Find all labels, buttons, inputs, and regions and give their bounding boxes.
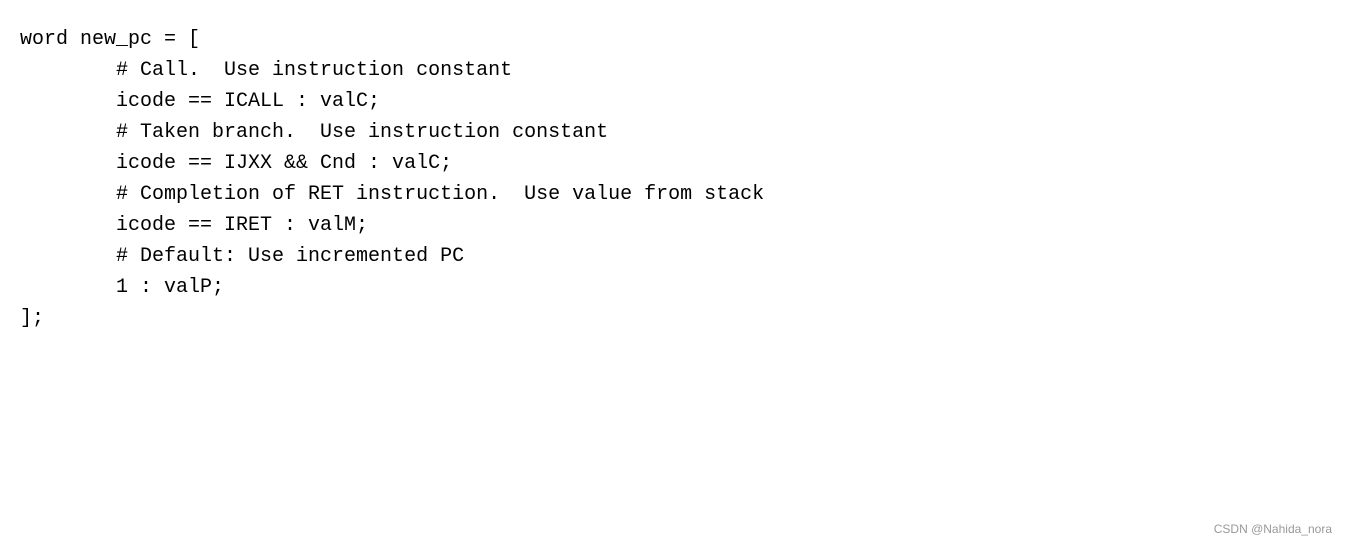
code-line-5: icode == IJXX && Cnd : valC; [20,148,1328,179]
code-line-9: 1 : valP; [20,272,1328,303]
watermark: CSDN @Nahida_nora [1214,522,1332,536]
code-line-4: # Taken branch. Use instruction constant [20,117,1328,148]
code-line-8: # Default: Use incremented PC [20,241,1328,272]
code-container: word new_pc = [ # Call. Use instruction … [0,0,1348,548]
code-block: word new_pc = [ # Call. Use instruction … [20,24,1328,334]
code-line-7: icode == IRET : valM; [20,210,1328,241]
code-line-10: ]; [20,303,1328,334]
code-line-6: # Completion of RET instruction. Use val… [20,179,1328,210]
code-line-2: # Call. Use instruction constant [20,55,1328,86]
code-line-1: word new_pc = [ [20,24,1328,55]
code-line-3: icode == ICALL : valC; [20,86,1328,117]
